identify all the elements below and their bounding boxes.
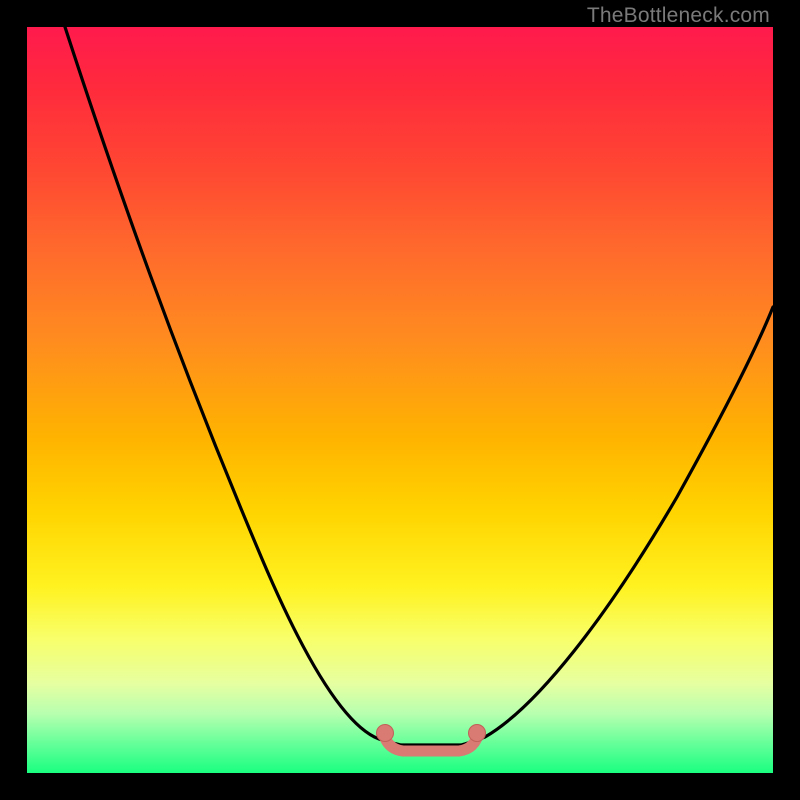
curve-path bbox=[65, 27, 773, 745]
chart-frame: TheBottleneck.com bbox=[0, 0, 800, 800]
marker-left bbox=[377, 725, 394, 742]
bottleneck-curve bbox=[27, 27, 773, 773]
watermark-text: TheBottleneck.com bbox=[587, 4, 770, 28]
plot-area bbox=[27, 27, 773, 773]
marker-right bbox=[469, 725, 486, 742]
flat-segment bbox=[383, 732, 479, 751]
